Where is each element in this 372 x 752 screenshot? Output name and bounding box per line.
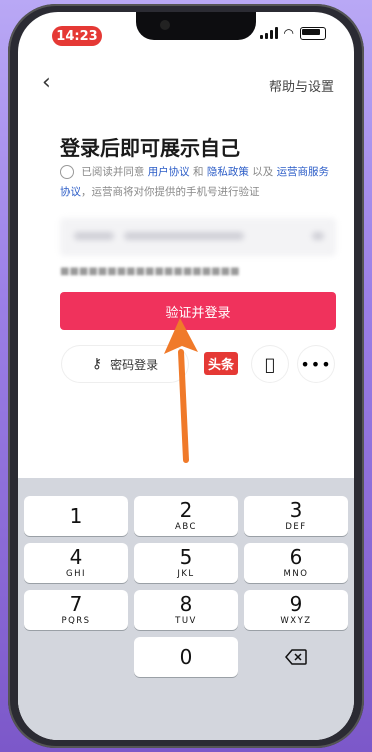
key-1[interactable]: 1: [24, 496, 128, 536]
key-9[interactable]: 9 WXYZ: [244, 590, 348, 630]
privacy-policy-link[interactable]: 隐私政策: [207, 166, 249, 178]
key-0[interactable]: 0: [134, 637, 238, 677]
carrier-agreement-link[interactable]: 协议: [60, 186, 81, 198]
camera-icon: [160, 20, 170, 30]
and-text: 和: [193, 166, 204, 178]
numeric-keyboard: 1 2 ABC 3 DEF 4 GHI 5 JKL 6 MNO 7 PQRS 8 TUV 9W…: [18, 478, 354, 740]
more-icon: •••: [300, 354, 332, 374]
delete-key[interactable]: [244, 637, 348, 677]
phone-frame: 14:23 ◠ ‹ 帮助与设置 登录后即可展示自己 已阅读并同意 用户协议 和 …: [8, 4, 364, 748]
verify-login-button[interactable]: 验证并登录: [60, 292, 336, 330]
notch: [136, 12, 256, 40]
apple-login-button[interactable]: : [252, 346, 288, 382]
signal-icon: [259, 27, 278, 39]
page-title: 登录后即可展示自己: [60, 136, 240, 160]
key-3[interactable]: 3 DEF: [244, 496, 348, 536]
key-icon: ⚷: [91, 356, 103, 372]
agreement-text: 已阅读并同意 用户协议 和 隐私政策 以及 运营商服务 协议，运营商将对你提供的…: [60, 162, 340, 202]
nav-bar: ‹ 帮助与设置: [18, 70, 354, 100]
key-4[interactable]: 4 GHI: [24, 543, 128, 583]
and2-text: 以及: [252, 166, 274, 178]
battery-icon: [300, 26, 326, 40]
agree-tail: ，运营商将对你提供的手机号进行验证: [81, 186, 260, 198]
apple-icon: : [265, 355, 275, 374]
key-2[interactable]: 2 ABC: [134, 496, 238, 536]
user-agreement-link[interactable]: 用户协议: [148, 166, 190, 178]
chevron-left-icon[interactable]: ‹: [42, 70, 51, 95]
backspace-icon: [285, 649, 307, 665]
agree-prefix: 已阅读并同意: [81, 166, 145, 178]
watermark-logo: 头条: [204, 352, 239, 375]
key-8[interactable]: 8 TUV: [134, 590, 238, 630]
wifi-icon: ◠: [283, 26, 294, 40]
more-options-button[interactable]: •••: [298, 346, 334, 382]
key-7[interactable]: 7 PQRS: [24, 590, 128, 630]
carrier-service-link[interactable]: 运营商服务: [277, 166, 330, 178]
password-login-label: 密码登录: [110, 357, 159, 372]
help-settings-link[interactable]: 帮助与设置: [269, 76, 334, 95]
status-icons: ◠: [259, 26, 326, 40]
agree-radio[interactable]: [60, 165, 74, 179]
blurred-hint: ■■■■■■■■■■■■■■■■■■■: [60, 266, 240, 277]
screen: 14:23 ◠ ‹ 帮助与设置 登录后即可展示自己 已阅读并同意 用户协议 和 …: [18, 12, 354, 740]
key-6[interactable]: 6 MNO: [244, 543, 348, 583]
status-time: 14:23: [52, 26, 102, 46]
password-login-button[interactable]: ⚷ 密码登录: [62, 346, 188, 382]
key-5[interactable]: 5 JKL: [134, 543, 238, 583]
phone-number-input[interactable]: [60, 218, 336, 256]
